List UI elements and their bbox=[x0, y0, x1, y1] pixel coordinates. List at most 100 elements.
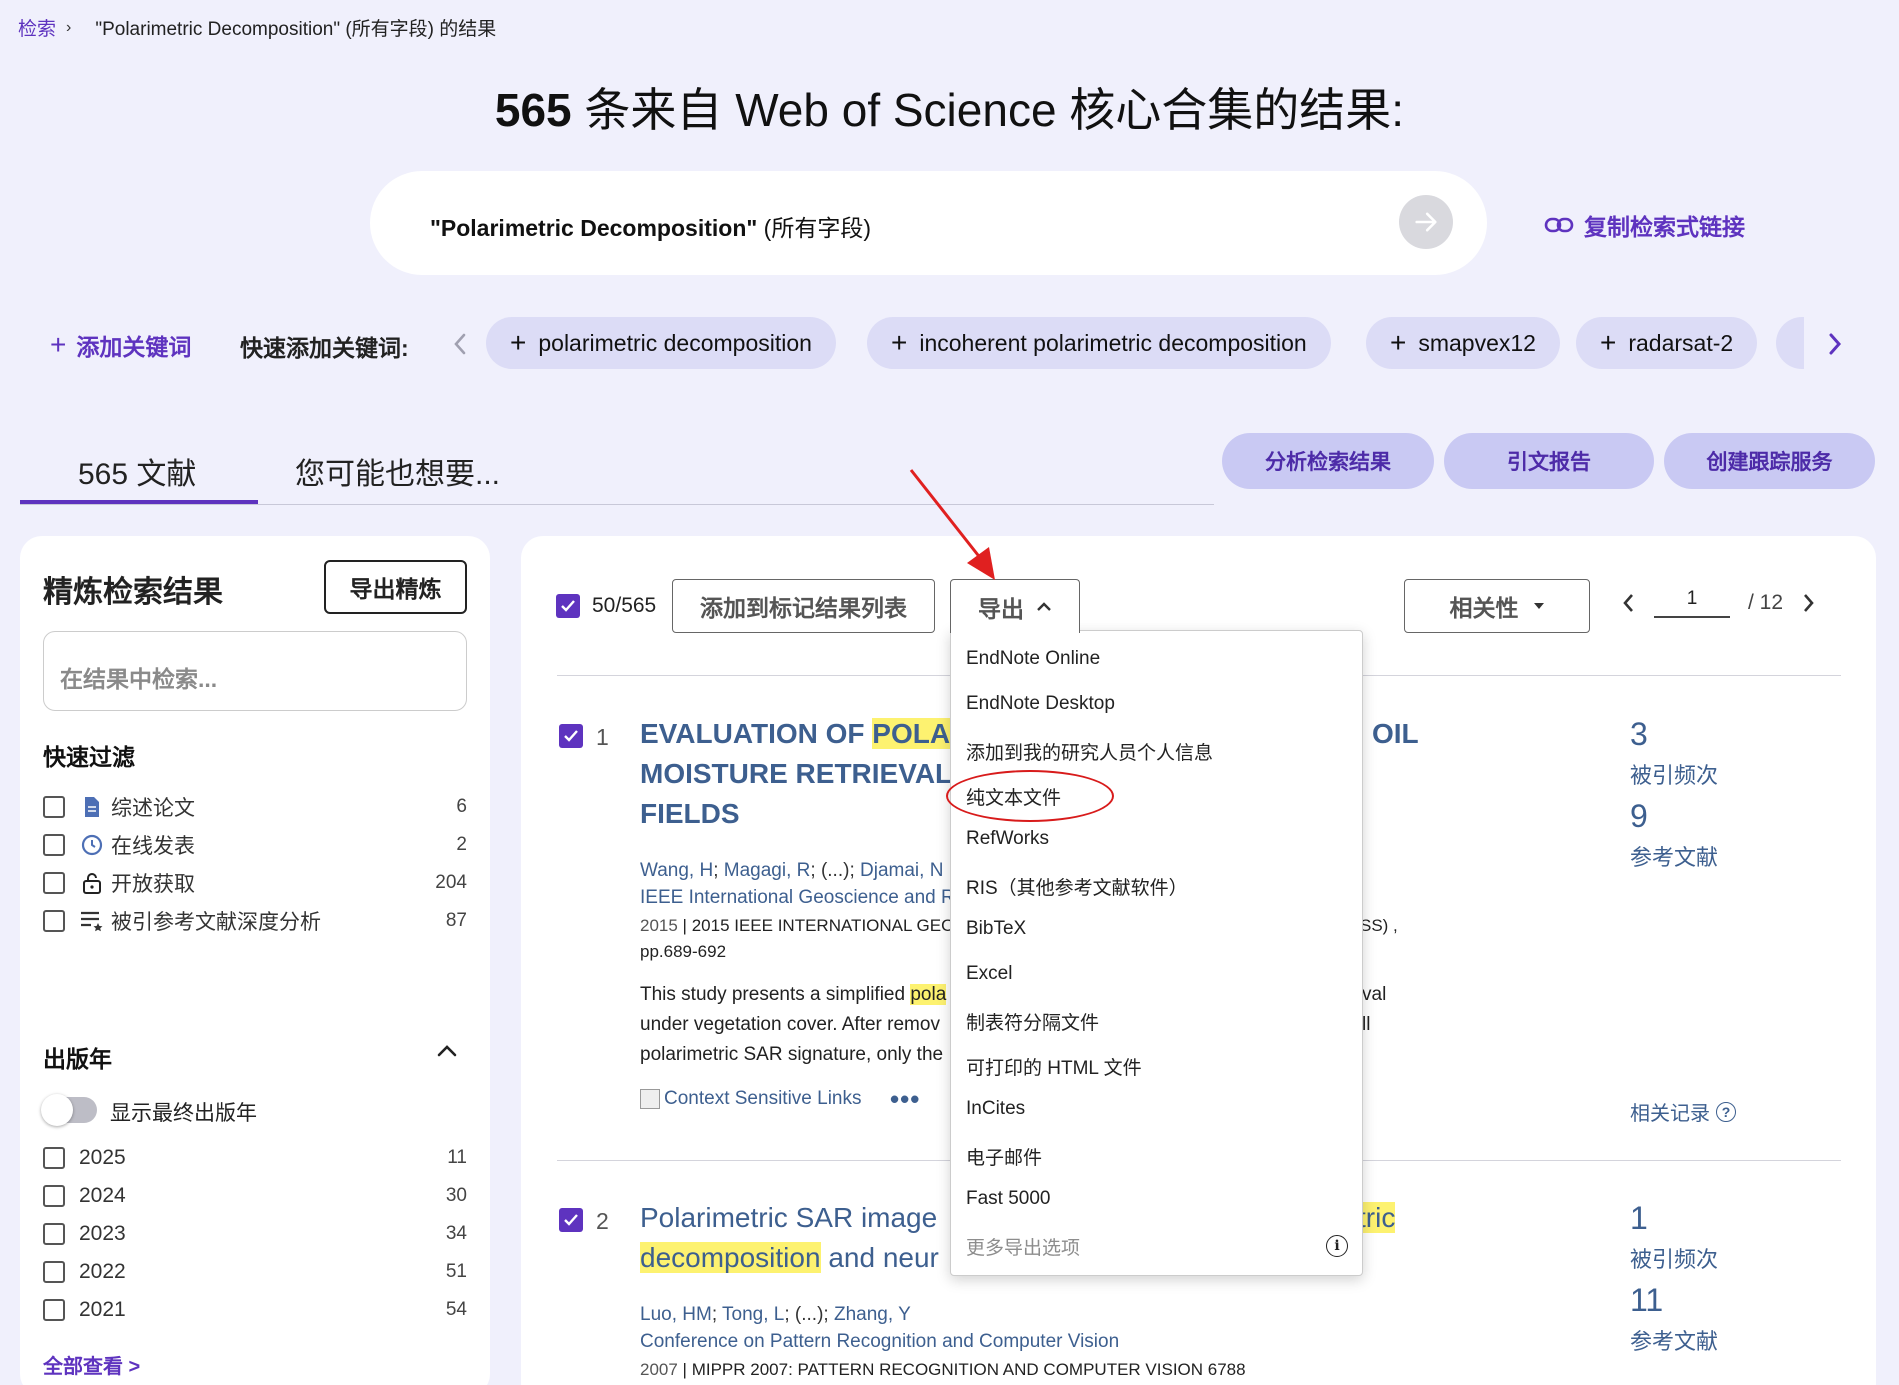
year-filter[interactable]: 2022 51 bbox=[43, 1260, 467, 1284]
year-filter[interactable]: 2021 54 bbox=[43, 1298, 467, 1322]
chevron-right-icon[interactable] bbox=[1801, 592, 1815, 614]
sort-select[interactable]: 相关性 bbox=[1404, 579, 1590, 633]
checkbox[interactable] bbox=[43, 872, 65, 894]
record-authors: Wang, H; Magagi, R; (...); Djamai, N bbox=[640, 860, 944, 881]
keyword-chip[interactable]: + incoherent polarimetric decomposition bbox=[867, 317, 1331, 369]
selected-count: 50/565 bbox=[592, 594, 657, 617]
record-title-line[interactable]: decomposition and neur bbox=[640, 1238, 939, 1278]
export-bibtex[interactable]: BibTeX bbox=[966, 918, 1026, 940]
year-filter[interactable]: 2023 34 bbox=[43, 1222, 467, 1246]
keyword-chip[interactable]: + polarimetric decomposition bbox=[486, 317, 836, 369]
chips-next-button[interactable] bbox=[1826, 330, 1844, 363]
tab-suggested[interactable]: 您可能也想要... bbox=[295, 449, 500, 493]
collapse-pub-year-button[interactable] bbox=[436, 1044, 458, 1063]
record-title-tail[interactable]: OIL bbox=[1372, 714, 1419, 754]
author-link[interactable]: Wang, H bbox=[640, 860, 713, 881]
record-checkbox[interactable] bbox=[559, 1208, 583, 1232]
export-email[interactable]: 电子邮件 bbox=[966, 1143, 1042, 1170]
toggle-knob bbox=[41, 1094, 73, 1126]
chips-prev-button[interactable] bbox=[451, 330, 469, 363]
search-submit-button[interactable] bbox=[1399, 195, 1453, 249]
citation-count-label[interactable]: 被引频次 bbox=[1630, 1242, 1718, 1274]
author-link[interactable]: Magagi, R bbox=[724, 860, 811, 881]
export-fast-5000[interactable]: Fast 5000 bbox=[966, 1188, 1051, 1210]
record-pub-info: 2007 | MIPPR 2007: PATTERN RECOGNITION A… bbox=[640, 1360, 1246, 1379]
author-link[interactable]: Luo, HM bbox=[640, 1304, 712, 1325]
export-incites[interactable]: InCites bbox=[966, 1098, 1025, 1120]
citation-report-button[interactable]: 引文报告 bbox=[1444, 433, 1654, 489]
page-number-input[interactable]: 1 bbox=[1654, 588, 1730, 618]
keyword-chip-label: smapvex12 bbox=[1418, 329, 1536, 356]
reference-count[interactable]: 11 bbox=[1630, 1282, 1663, 1319]
record-title-line[interactable]: MOISTURE RETRIEVAL O bbox=[640, 754, 981, 794]
refine-search-input[interactable]: 在结果中检索... bbox=[43, 631, 467, 711]
export-researcher-profile[interactable]: 添加到我的研究人员个人信息 bbox=[966, 738, 1213, 765]
author-ellipsis[interactable]: (...) bbox=[821, 860, 850, 881]
more-options-icon[interactable]: ••• bbox=[890, 1084, 920, 1115]
create-alert-button[interactable]: 创建跟踪服务 bbox=[1664, 433, 1875, 489]
page-title-text: 条来自 Web of Science 核心合集的结果: bbox=[571, 84, 1405, 136]
info-icon[interactable]: i bbox=[1326, 1235, 1348, 1257]
checkbox[interactable] bbox=[43, 910, 65, 932]
reference-count-label[interactable]: 参考文献 bbox=[1630, 840, 1718, 872]
export-refine-button[interactable]: 导出精炼 bbox=[324, 560, 467, 614]
search-query[interactable]: "Polarimetric Decomposition" (所有字段) bbox=[430, 209, 871, 243]
export-endnote-desktop[interactable]: EndNote Desktop bbox=[966, 693, 1115, 715]
export-refworks[interactable]: RefWorks bbox=[966, 828, 1049, 850]
related-records-label: 相关记录 bbox=[1630, 1103, 1710, 1125]
quick-filter-enriched-refs[interactable]: 被引参考文献深度分析 87 bbox=[43, 906, 467, 936]
add-keyword-button[interactable]: + 添加关键词 bbox=[50, 328, 191, 362]
year-filter[interactable]: 2025 11 bbox=[43, 1146, 467, 1170]
author-link[interactable]: Zhang, Y bbox=[834, 1304, 911, 1325]
keyword-chip-label: polarimetric decomposition bbox=[538, 329, 812, 356]
context-sensitive-links[interactable]: Context Sensitive Links bbox=[640, 1088, 862, 1110]
citation-count-label[interactable]: 被引频次 bbox=[1630, 758, 1718, 790]
checkbox[interactable] bbox=[43, 1261, 65, 1283]
record-source[interactable]: Conference on Pattern Recognition and Co… bbox=[640, 1331, 1119, 1353]
help-icon[interactable]: ? bbox=[1716, 1101, 1736, 1122]
quick-filter-early-access[interactable]: 在线发表 2 bbox=[43, 830, 467, 860]
copy-query-link-label: 复制检索式链接 bbox=[1584, 214, 1745, 240]
reference-count[interactable]: 9 bbox=[1630, 798, 1648, 835]
keyword-chip[interactable]: + smapvex12 bbox=[1366, 317, 1560, 369]
quick-filter-open-access[interactable]: 开放获取 204 bbox=[43, 868, 467, 898]
breadcrumb-search-link[interactable]: 检索 bbox=[18, 14, 56, 41]
keyword-chip[interactable]: + radarsat-2 bbox=[1576, 317, 1758, 369]
author-link[interactable]: Tong, L bbox=[722, 1304, 784, 1325]
checkbox[interactable] bbox=[43, 1147, 65, 1169]
final-year-toggle[interactable] bbox=[41, 1094, 97, 1126]
export-excel[interactable]: Excel bbox=[966, 963, 1012, 985]
year-filter[interactable]: 2024 30 bbox=[43, 1184, 467, 1208]
analyze-results-button[interactable]: 分析检索结果 bbox=[1222, 433, 1434, 489]
record-title[interactable]: Polarimetric SAR image bbox=[640, 1198, 937, 1238]
author-ellipsis[interactable]: (...) bbox=[795, 1304, 824, 1325]
export-printable-html[interactable]: 可打印的 HTML 文件 bbox=[966, 1053, 1142, 1080]
select-all-checkbox[interactable] bbox=[556, 594, 580, 618]
quick-filter-review[interactable]: 综述论文 6 bbox=[43, 792, 467, 822]
record-title[interactable]: EVALUATION OF POLARI bbox=[640, 714, 979, 754]
reference-count-label[interactable]: 参考文献 bbox=[1630, 1324, 1718, 1356]
related-records-link[interactable]: 相关记录? bbox=[1630, 1097, 1736, 1126]
checkbox[interactable] bbox=[43, 1185, 65, 1207]
record-title-tail[interactable]: tric bbox=[1358, 1198, 1396, 1238]
export-ris[interactable]: RIS（其他参考文献软件） bbox=[966, 873, 1188, 900]
record-checkbox[interactable] bbox=[559, 724, 583, 748]
search-box[interactable]: "Polarimetric Decomposition" (所有字段) bbox=[370, 171, 1487, 275]
export-endnote-online[interactable]: EndNote Online bbox=[966, 648, 1100, 670]
citation-count[interactable]: 3 bbox=[1630, 716, 1648, 753]
checkbox[interactable] bbox=[43, 796, 65, 818]
checkbox[interactable] bbox=[43, 834, 65, 856]
record-source[interactable]: IEEE International Geoscience and R bbox=[640, 887, 955, 909]
final-year-toggle-label: 显示最终出版年 bbox=[110, 1102, 257, 1125]
tab-documents[interactable]: 565 文献 bbox=[78, 449, 196, 493]
checkbox[interactable] bbox=[43, 1223, 65, 1245]
record-title-line[interactable]: FIELDS bbox=[640, 794, 740, 834]
checkbox[interactable] bbox=[43, 1299, 65, 1321]
author-link[interactable]: Djamai, N bbox=[860, 860, 943, 881]
keyword-chip-overflow[interactable] bbox=[1776, 317, 1804, 369]
chevron-left-icon[interactable] bbox=[1622, 592, 1636, 614]
citation-count[interactable]: 1 bbox=[1630, 1200, 1648, 1237]
copy-query-link-button[interactable]: 复制检索式链接 bbox=[1544, 208, 1745, 242]
export-tab-delimited[interactable]: 制表符分隔文件 bbox=[966, 1008, 1099, 1035]
see-all-years-link[interactable]: 全部查看 > bbox=[43, 1350, 140, 1379]
